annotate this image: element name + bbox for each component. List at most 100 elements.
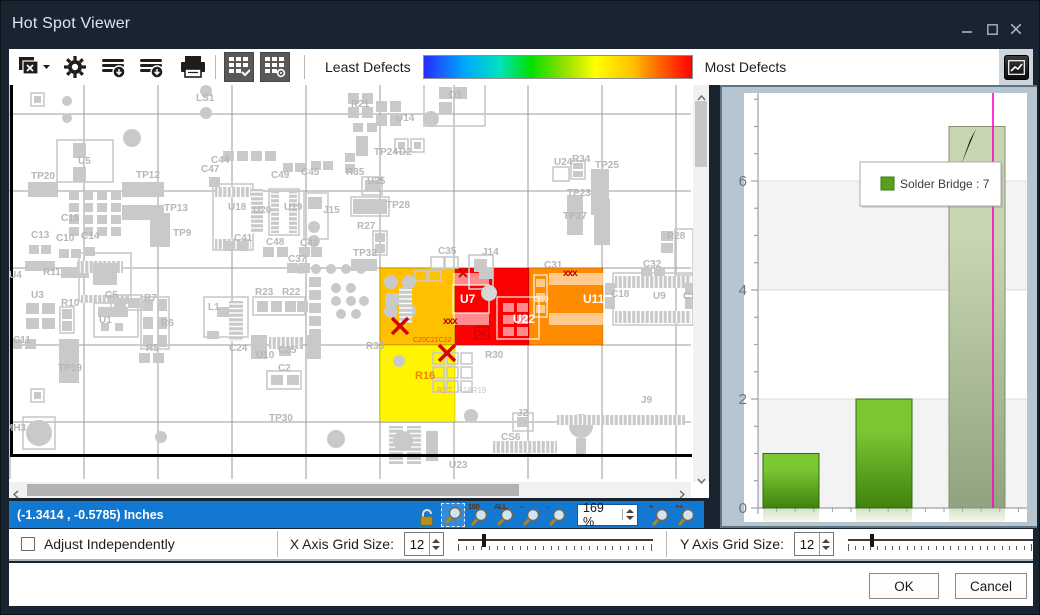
svg-text:TP20: TP20 (31, 171, 55, 182)
svg-text:U4: U4 (9, 270, 22, 281)
x-spin-up[interactable] (432, 539, 440, 543)
x-axis-grid-size-spinner[interactable]: 12 (404, 532, 444, 556)
svg-text:TP24: TP24 (374, 147, 398, 158)
grid-size-controls: Adjust Independently X Axis Grid Size: 1… (9, 529, 1033, 561)
svg-text:TP28: TP28 (386, 200, 410, 211)
zoom-rectangle-button[interactable] (441, 503, 465, 527)
magnifier-plus-icon (650, 507, 670, 527)
adjust-independently-checkbox[interactable] (21, 537, 35, 551)
zoom-in-fast-button[interactable]: ++ (674, 503, 698, 527)
zoom-out-button[interactable]: - (545, 503, 569, 527)
cancel-button[interactable]: Cancel (955, 573, 1027, 599)
line-chart-icon (1008, 60, 1025, 75)
svg-text:TP25: TP25 (595, 160, 619, 171)
svg-text:C37: C37 (288, 254, 307, 265)
zoom-in-button[interactable]: + (648, 503, 672, 527)
y-spin-up[interactable] (822, 539, 830, 543)
padlock-icon (419, 509, 435, 527)
print-button[interactable] (179, 52, 207, 82)
svg-text:xxx: xxx (443, 316, 458, 327)
defect-bar-chart[interactable]: 0246Solder Bridge : 7 (722, 87, 1037, 526)
close-button[interactable] (1005, 21, 1027, 37)
defect-chart-panel: 0246Solder Bridge : 7 (720, 85, 1037, 528)
svg-text:C47: C47 (201, 164, 220, 175)
scroll-down-arrow[interactable] (697, 471, 706, 489)
zoom-all-button[interactable]: ALL (493, 503, 517, 527)
svg-text:L1: L1 (208, 302, 220, 313)
grid-check-icon (228, 56, 250, 78)
zoom-out-step-button[interactable]: -- (519, 503, 543, 527)
chevron-left-icon (13, 490, 19, 499)
pcb-canvas[interactable]: LS1U5TP20TP12TP13TP9C15C13C10C14R11U4U3R… (9, 85, 709, 498)
svg-text:J2: J2 (517, 408, 529, 419)
adjust-independently-label: Adjust Independently (44, 536, 175, 552)
svg-text:C14: C14 (81, 231, 100, 242)
chart-toggle-button[interactable] (1004, 55, 1029, 80)
svg-text:xxx: xxx (563, 268, 578, 279)
dialog-footer: OK Cancel (9, 563, 1033, 606)
svg-text:C31: C31 (544, 260, 563, 271)
svg-text:D1: D1 (449, 90, 462, 101)
svg-text:0: 0 (739, 500, 747, 517)
svg-text:U5: U5 (78, 156, 91, 167)
svg-text:C25: C25 (278, 345, 297, 356)
svg-text:TP27: TP27 (563, 211, 587, 222)
zoom-spin-down[interactable] (626, 516, 634, 520)
y-spin-down[interactable] (822, 546, 830, 550)
grid-apply-button[interactable] (224, 52, 254, 82)
svg-text:R27: R27 (357, 221, 376, 232)
export-report-button[interactable] (139, 52, 165, 82)
settings-button[interactable] (63, 52, 87, 82)
copy-board-icon (17, 55, 51, 79)
svg-text:6: 6 (739, 173, 747, 190)
svg-text:R35: R35 (346, 167, 365, 178)
svg-text:R18R19: R18R19 (457, 386, 487, 395)
status-bar: (-1.3414 , -0.5785) Inches 100 (9, 501, 704, 528)
lock-zoom-button[interactable] (415, 503, 439, 527)
y-axis-grid-size-label: Y Axis Grid Size: (680, 536, 784, 552)
maximize-button[interactable] (981, 21, 1003, 37)
svg-text:Solder Bridge : 7: Solder Bridge : 7 (900, 177, 990, 191)
export-defects-button[interactable] (101, 52, 127, 82)
svg-text:J14: J14 (482, 247, 499, 258)
vertical-scroll-thumb[interactable] (695, 101, 707, 167)
title-bar: Hot Spot Viewer (1, 1, 1040, 47)
x-spin-down[interactable] (432, 546, 440, 550)
zoom-100-button[interactable]: 100 (467, 503, 491, 527)
svg-text:C35: C35 (438, 246, 457, 257)
y-axis-grid-size-value: 12 (795, 533, 819, 555)
chevron-down-icon (697, 478, 706, 484)
printer-icon (179, 55, 207, 79)
svg-text:C20C21C22: C20C21C22 (413, 337, 452, 344)
svg-text:U25: U25 (367, 176, 386, 187)
zoom-percent-spinner[interactable]: 169 % (577, 504, 638, 526)
svg-text:R7: R7 (144, 293, 157, 304)
x-slider-thumb[interactable] (482, 534, 486, 547)
ok-button[interactable]: OK (869, 573, 939, 599)
hot-spot-viewer-window: Hot Spot Viewer (0, 0, 1040, 615)
y-axis-grid-size-spinner[interactable]: 12 (794, 532, 834, 556)
horizontal-scroll-thumb[interactable] (27, 484, 519, 496)
minimize-button[interactable] (956, 21, 978, 37)
svg-text:C45: C45 (301, 167, 320, 178)
svg-text:C19: C19 (534, 295, 549, 304)
svg-text:U7: U7 (460, 292, 476, 306)
svg-text:TP19: TP19 (58, 363, 82, 374)
copy-board-button[interactable] (17, 52, 51, 82)
svg-text:U19: U19 (284, 202, 303, 213)
grid-settings-button[interactable] (260, 52, 290, 82)
close-icon (1011, 24, 1021, 34)
svg-text:U11: U11 (583, 292, 605, 306)
x-axis-grid-size-slider[interactable] (458, 534, 653, 554)
window-title: Hot Spot Viewer (12, 15, 130, 33)
y-axis-grid-size-slider[interactable] (848, 534, 1033, 554)
svg-text:R22: R22 (282, 287, 301, 298)
chart-toggle-area (999, 49, 1033, 85)
bar-solder-bridge[interactable] (763, 454, 819, 509)
bar-solder-bridge[interactable] (856, 399, 912, 508)
svg-text:C10: C10 (56, 233, 75, 244)
svg-text:J15: J15 (323, 205, 340, 216)
svg-text:U14: U14 (396, 113, 415, 124)
zoom-spin-up[interactable] (626, 509, 634, 513)
svg-text:U24: U24 (554, 157, 573, 168)
